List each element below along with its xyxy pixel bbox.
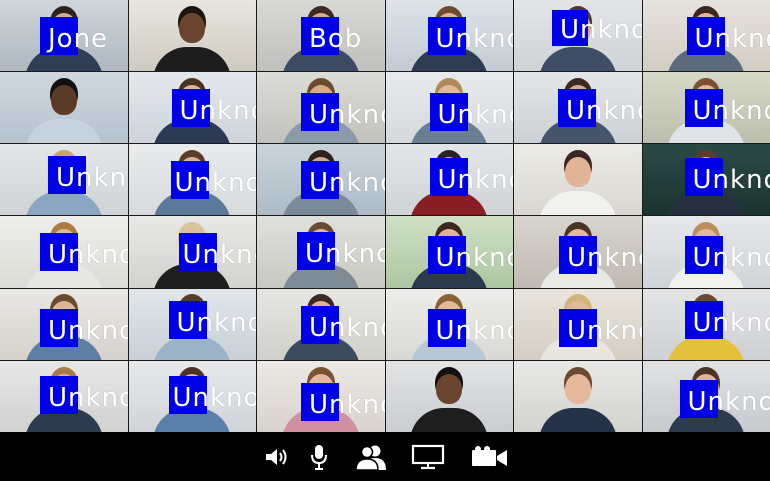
microphone-icon <box>311 445 327 470</box>
face-box <box>40 375 78 414</box>
face-box <box>170 161 209 200</box>
participant-tile[interactable]: Unknown <box>514 216 642 288</box>
participant-tile[interactable]: Unknown <box>257 360 385 432</box>
participant-tile[interactable]: Unknown <box>128 216 256 288</box>
face-box <box>40 17 78 55</box>
face-box <box>684 158 723 197</box>
participant-tile[interactable]: Unknown <box>128 72 256 144</box>
face-box <box>558 89 596 128</box>
participant-tile[interactable]: Unknown <box>0 216 128 288</box>
video-camera-icon <box>472 446 507 466</box>
participant-body <box>538 47 617 72</box>
participant-tile[interactable]: Unknown <box>257 144 385 216</box>
face-box <box>427 236 466 275</box>
participant-tile[interactable]: Unknown <box>642 0 770 72</box>
face-box <box>40 233 78 272</box>
face-box <box>301 93 339 132</box>
meeting-toolbar <box>0 432 770 481</box>
participant-tile[interactable]: Unknown <box>514 72 642 144</box>
face-box <box>559 236 597 275</box>
participant-body <box>538 407 617 432</box>
participant-body <box>24 191 103 216</box>
participant-tile[interactable] <box>0 72 128 144</box>
participant-tile[interactable]: Unknown <box>128 288 256 360</box>
speaker-button[interactable] <box>254 440 298 474</box>
participant-head <box>179 12 206 43</box>
face-box <box>301 382 339 421</box>
face-box <box>429 93 468 132</box>
participant-tile[interactable]: Unknown <box>514 288 642 360</box>
face-box <box>40 308 78 347</box>
face-box <box>684 236 723 275</box>
participant-head <box>564 157 591 188</box>
face-box <box>301 17 339 55</box>
face-box <box>168 375 207 414</box>
participant-body <box>153 47 232 72</box>
participant-tile[interactable]: Unknown <box>642 360 770 432</box>
participant-head <box>564 373 591 404</box>
participant-tile[interactable]: Bob <box>257 0 385 72</box>
participant-tile[interactable]: Jone <box>0 0 128 72</box>
participant-tile[interactable]: Unknown <box>128 360 256 432</box>
participant-tile[interactable]: Unknown <box>642 288 770 360</box>
participant-tile[interactable] <box>128 0 256 72</box>
participant-tile[interactable]: Unknown <box>642 216 770 288</box>
participant-tile[interactable]: Unknown <box>257 72 385 144</box>
participant-tile[interactable]: Unknown <box>0 360 128 432</box>
participants-icon <box>355 445 386 471</box>
participant-head <box>436 373 463 404</box>
participant-tile[interactable]: Unknown <box>385 72 513 144</box>
participant-tile[interactable]: Unknown <box>128 144 256 216</box>
face-box <box>301 161 339 200</box>
participant-body <box>153 335 232 360</box>
participant-tile[interactable]: Unknown <box>642 144 770 216</box>
participants-button[interactable] <box>349 440 393 474</box>
participant-tile[interactable]: Unknown <box>642 72 770 144</box>
microphone-button[interactable] <box>297 440 341 474</box>
participant-tile[interactable] <box>514 144 642 216</box>
speaker-icon <box>266 449 287 465</box>
face-box <box>301 305 339 344</box>
face-box <box>686 17 725 55</box>
participant-body <box>667 335 746 360</box>
participant-tile[interactable]: Unknown <box>0 288 128 360</box>
video-button[interactable] <box>468 440 512 474</box>
face-box <box>684 300 723 339</box>
participant-tile[interactable]: Unknown <box>0 144 128 216</box>
participant-tile[interactable]: Unknown <box>385 288 513 360</box>
face-box <box>684 89 723 128</box>
participant-tile[interactable]: Unknown <box>257 216 385 288</box>
participant-body <box>410 407 489 432</box>
face-box <box>552 10 588 46</box>
participant-body <box>24 119 103 144</box>
face-box <box>429 158 468 197</box>
face-box <box>178 233 217 272</box>
video-grid: Jone Bob Unknown Unknown Unknown Unknown… <box>0 0 770 432</box>
face-box <box>297 232 335 271</box>
participant-tile[interactable]: Unknown <box>385 216 513 288</box>
participant-head <box>50 84 77 115</box>
participant-tile[interactable]: Unknown <box>385 144 513 216</box>
face-box <box>171 89 210 128</box>
face-box <box>427 308 466 347</box>
screen-share-button[interactable] <box>406 440 450 474</box>
face-box <box>427 17 466 55</box>
face-box <box>559 308 597 347</box>
screen-share-icon <box>411 444 445 470</box>
participant-tile[interactable]: Unknown <box>514 0 642 72</box>
face-box <box>48 156 86 195</box>
face-box <box>168 300 207 339</box>
participant-tile[interactable]: Unknown <box>257 288 385 360</box>
participant-tile[interactable] <box>514 360 642 432</box>
participant-body <box>538 191 617 216</box>
participant-tile[interactable]: Unknown <box>385 0 513 72</box>
participant-tile[interactable] <box>385 360 513 432</box>
face-box <box>679 379 718 418</box>
